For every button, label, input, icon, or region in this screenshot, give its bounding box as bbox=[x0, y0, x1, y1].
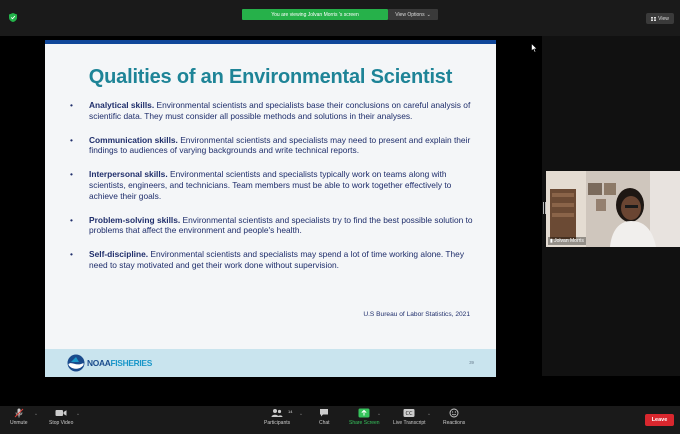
noaa-text: NOAA bbox=[87, 358, 111, 368]
participants-label: Participants bbox=[264, 420, 291, 426]
chat-bubble-icon bbox=[320, 409, 329, 417]
mouse-cursor-icon bbox=[531, 43, 538, 53]
participant-count: 14 bbox=[288, 409, 293, 414]
microphone-muted-icon bbox=[14, 408, 24, 418]
chat-button[interactable]: Chat bbox=[319, 408, 330, 426]
participant-video-tile[interactable]: ▮ Jolvan Morris bbox=[546, 171, 680, 247]
bullet-self-discipline: Self-discipline. Environmental scientist… bbox=[70, 249, 482, 270]
chat-label: Chat bbox=[319, 420, 330, 426]
live-transcript-button[interactable]: CC Live Transcript bbox=[393, 408, 426, 426]
slide-bullet-list: Analytical skills. Environmental scienti… bbox=[70, 100, 482, 284]
reactions-button[interactable]: Reactions bbox=[443, 408, 465, 426]
stop-video-button[interactable]: Stop Video bbox=[49, 408, 73, 426]
bullet-heading: Interpersonal skills. bbox=[89, 169, 168, 180]
bullet-heading: Communication skills. bbox=[89, 134, 178, 145]
share-screen-button[interactable]: Share Screen bbox=[349, 408, 380, 426]
bullet-problem-solving-skills: Problem-solving skills. Environmental sc… bbox=[70, 215, 482, 236]
view-button[interactable]: View bbox=[646, 13, 674, 24]
slide-title: Qualities of an Environmental Scientist bbox=[88, 66, 453, 88]
meeting-toolbar: Unmute ^ Stop Video ^ Participants 14 ^ … bbox=[0, 406, 680, 434]
share-options-caret[interactable]: ^ bbox=[378, 412, 380, 417]
slide-top-stripe bbox=[45, 40, 496, 44]
participant-name-label: ▮ Jolvan Morris bbox=[548, 237, 586, 245]
participant-name: Jolvan Morris bbox=[554, 238, 584, 244]
view-button-label: View bbox=[658, 15, 669, 22]
viewing-screen-text: You are viewing Jolvan Morris 's screen bbox=[271, 11, 359, 18]
share-screen-label: Share Screen bbox=[349, 420, 380, 426]
participants-icon bbox=[271, 409, 283, 417]
closed-caption-icon: CC bbox=[403, 409, 415, 417]
slide-source-citation: U.S Bureau of Labor Statistics, 2021 bbox=[363, 311, 470, 318]
participants-options-caret[interactable]: ^ bbox=[300, 412, 302, 417]
slide-page-number: 39 bbox=[469, 360, 474, 365]
bullet-heading: Analytical skills. bbox=[89, 100, 155, 110]
slide-footer: NOAAFISHERIES 39 bbox=[45, 349, 496, 377]
bullet-interpersonal-skills: Interpersonal skills. Environmental scie… bbox=[70, 169, 482, 201]
participants-button[interactable]: Participants bbox=[264, 408, 290, 426]
top-bar: You are viewing Jolvan Morris 's screen … bbox=[0, 0, 680, 36]
reactions-label: Reactions bbox=[443, 420, 466, 426]
view-options-button[interactable]: View Options ⌄ bbox=[388, 9, 438, 20]
leave-label: Leave bbox=[651, 417, 668, 423]
bullet-heading: Problem-solving skills. bbox=[89, 214, 181, 225]
signal-bars-icon: ▮ bbox=[550, 238, 553, 244]
fisheries-text: FISHERIES bbox=[110, 358, 152, 368]
grid-view-icon bbox=[651, 16, 657, 21]
svg-text:CC: CC bbox=[406, 411, 413, 417]
chevron-down-icon: ⌄ bbox=[426, 11, 431, 18]
video-camera-icon bbox=[55, 410, 67, 416]
noaa-logo-icon bbox=[67, 354, 85, 372]
audio-options-caret[interactable]: ^ bbox=[35, 412, 37, 417]
unmute-button[interactable]: Unmute bbox=[10, 408, 28, 426]
viewing-screen-banner: You are viewing Jolvan Morris 's screen bbox=[242, 9, 388, 20]
security-shield-icon[interactable] bbox=[9, 13, 17, 22]
unmute-label: Unmute bbox=[10, 420, 28, 426]
smiley-icon bbox=[449, 408, 459, 418]
bullet-analytical-skills: Analytical skills. Environmental scienti… bbox=[70, 100, 482, 121]
bullet-communication-skills: Communication skills. Environmental scie… bbox=[70, 135, 482, 156]
participant-video-feed bbox=[546, 171, 680, 247]
leave-meeting-button[interactable]: Leave bbox=[645, 414, 674, 426]
video-options-caret[interactable]: ^ bbox=[77, 412, 79, 417]
presentation-slide: Qualities of an Environmental Scientist … bbox=[45, 40, 496, 377]
share-screen-icon bbox=[358, 408, 370, 418]
view-options-label: View Options bbox=[395, 11, 425, 18]
transcript-options-caret[interactable]: ^ bbox=[428, 412, 430, 417]
live-transcript-label: Live Transcript bbox=[393, 420, 426, 426]
stop-video-label: Stop Video bbox=[49, 420, 74, 426]
bullet-heading: Self-discipline. bbox=[89, 249, 149, 260]
noaa-fisheries-wordmark: NOAAFISHERIES bbox=[87, 358, 152, 368]
